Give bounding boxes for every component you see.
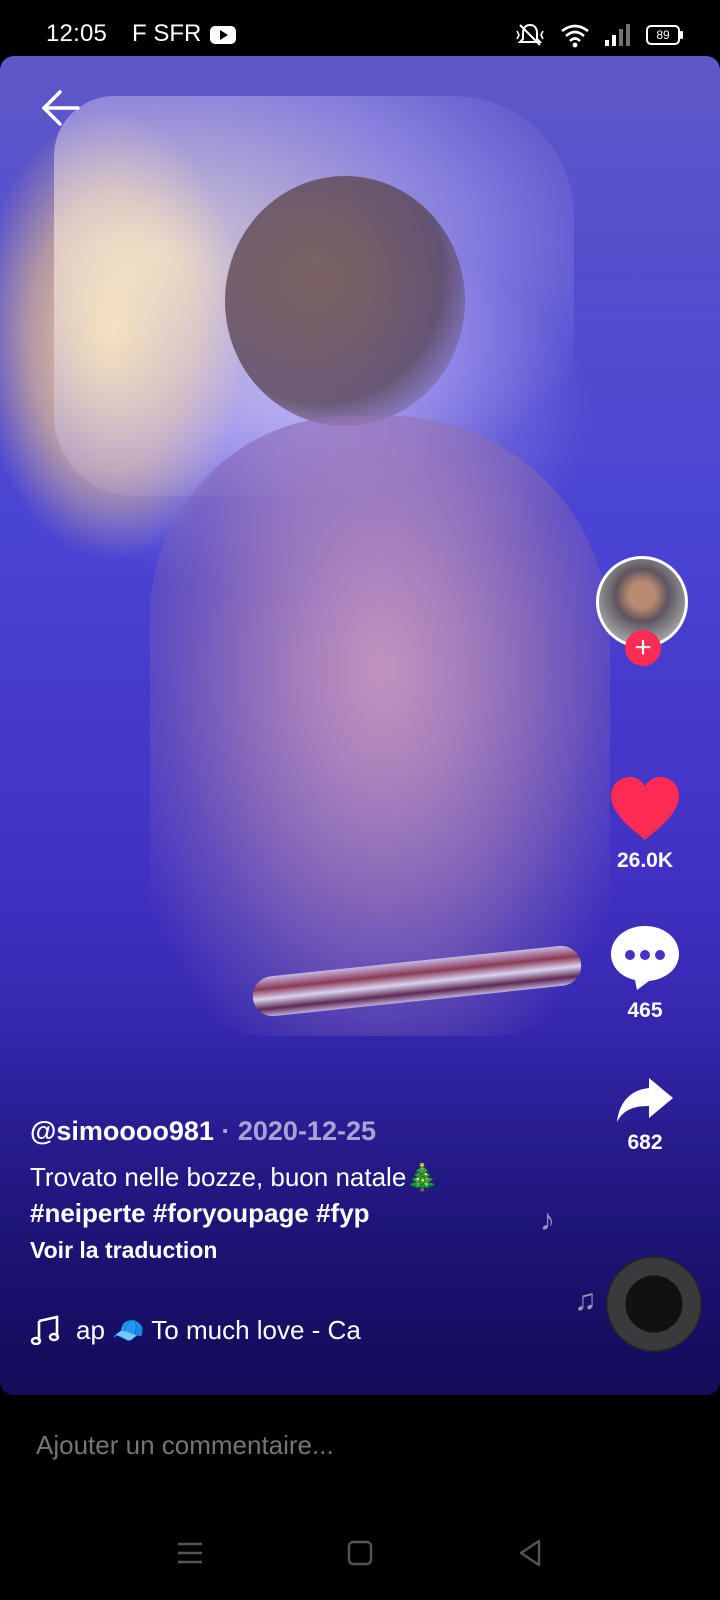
battery-icon: 89 [646, 25, 683, 45]
music-disc[interactable] [606, 1256, 702, 1352]
music-title: ap 🧢 To much love - Ca [76, 1314, 361, 1345]
back-arrow-icon[interactable] [38, 86, 82, 130]
back-triangle-icon[interactable] [512, 1535, 548, 1571]
date-separator: · [213, 1116, 238, 1146]
video-hashtags[interactable]: #neiperte #foryoupage #fyp [30, 1195, 570, 1231]
video-info: @simoooo981 · 2020-12-25 Trovato nelle b… [30, 1116, 570, 1264]
share-arrow-icon [617, 1078, 673, 1122]
share-button[interactable]: 682 [596, 1076, 694, 1155]
floating-note-icon: ♪ [540, 1204, 555, 1237]
comment-bar [0, 1395, 720, 1513]
floating-note-icon: ♫ [574, 1284, 597, 1317]
heart-icon [611, 777, 679, 840]
youtube-icon [210, 26, 236, 44]
video-caption: Trovato nelle bozze, buon natale🎄 [30, 1162, 439, 1192]
video-content-head [225, 176, 465, 426]
signal-icon [605, 24, 630, 46]
post-date: 2020-12-25 [237, 1116, 376, 1146]
follow-plus-button[interactable]: + [625, 630, 661, 666]
system-nav-bar [0, 1513, 720, 1600]
status-time: 12:05 [46, 20, 108, 47]
like-count: 26.0K [616, 849, 674, 872]
author-line: @simoooo981 · 2020-12-25 [30, 1116, 570, 1147]
like-button[interactable]: 26.0K [596, 776, 694, 873]
status-carrier: F SFR [132, 20, 202, 47]
wifi-icon [561, 24, 589, 48]
status-bar: 12:05 F SFR 89 [0, 0, 720, 56]
comment-count: 465 [627, 999, 663, 1022]
translate-link[interactable]: Voir la traduction [30, 1237, 570, 1264]
music-note-icon [30, 1315, 60, 1345]
comment-button[interactable]: 465 [596, 924, 694, 1023]
music-row[interactable]: ap 🧢 To much love - Ca [30, 1312, 390, 1348]
menu-icon[interactable] [172, 1535, 208, 1571]
status-icons: 89 [514, 20, 683, 50]
author-username[interactable]: @simoooo981 [30, 1116, 214, 1146]
comment-input[interactable] [36, 1425, 686, 1465]
home-square-icon[interactable] [342, 1535, 378, 1571]
comment-bubble-icon [611, 926, 679, 990]
share-count: 682 [627, 1131, 663, 1154]
mute-icon [516, 23, 544, 46]
video-content-figure [150, 416, 610, 1036]
